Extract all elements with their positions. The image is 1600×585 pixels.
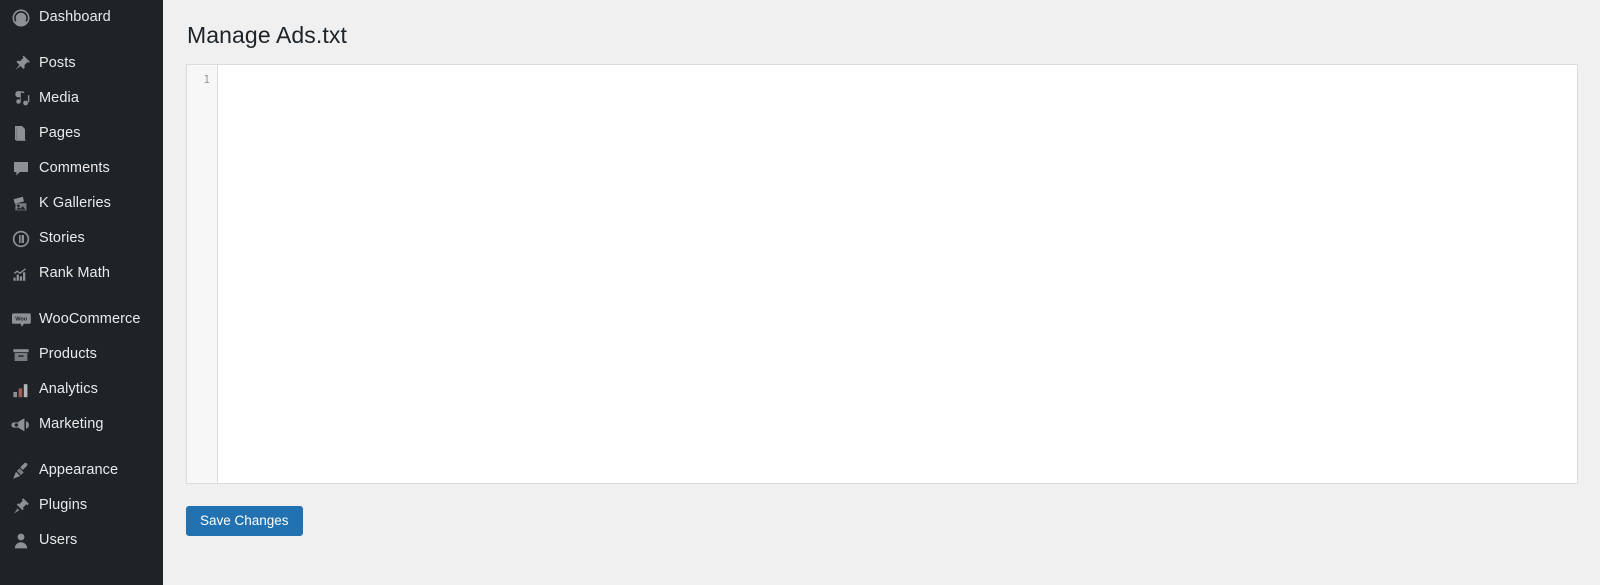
sidebar-item-label: Media xyxy=(39,90,79,107)
sidebar-item-label: K Galleries xyxy=(39,195,112,212)
adstxt-content-input[interactable] xyxy=(218,64,1577,483)
sidebar-item-label: Posts xyxy=(39,55,76,72)
sidebar-item-plugins[interactable]: Plugins xyxy=(0,488,163,523)
pages-icon xyxy=(10,123,32,145)
paintbrush-icon xyxy=(10,460,32,482)
sidebar-item-label: Dashboard xyxy=(39,9,111,26)
save-changes-button[interactable]: Save Changes xyxy=(186,505,303,537)
main-content: Manage Ads.txt 1 Save Changes xyxy=(163,0,1600,585)
wp-admin-screen: Dashboard Posts Media Pages Comments K Galler… xyxy=(0,0,1600,585)
comment-bubble-icon xyxy=(10,158,32,180)
pin-icon xyxy=(10,53,32,75)
sidebar-item-label: Stories xyxy=(39,230,85,247)
sidebar-item-label: Comments xyxy=(39,160,110,177)
sidebar-item-stories[interactable]: Stories xyxy=(0,221,163,256)
sidebar-item-media[interactable]: Media xyxy=(0,81,163,116)
sidebar-item-label: Appearance xyxy=(39,462,119,479)
sidebar-item-label: Rank Math xyxy=(39,265,111,282)
media-icon xyxy=(10,88,32,110)
plug-icon xyxy=(10,495,32,517)
sidebar-item-pages[interactable]: Pages xyxy=(0,116,163,151)
sidebar-item-label: Pages xyxy=(39,125,81,142)
sidebar-item-label: Products xyxy=(39,346,98,363)
admin-sidebar: Dashboard Posts Media Pages Comments K Galler… xyxy=(0,0,163,585)
sidebar-item-products[interactable]: Products xyxy=(0,337,163,372)
sidebar-item-users[interactable]: Users xyxy=(0,523,163,558)
sidebar-item-woocommerce[interactable]: Woo WooCommerce xyxy=(0,302,163,337)
user-icon xyxy=(10,530,32,552)
page-title: Manage Ads.txt xyxy=(187,22,347,48)
sidebar-separator xyxy=(0,35,163,46)
rank-math-icon xyxy=(10,263,32,285)
svg-text:Woo: Woo xyxy=(15,316,28,322)
sidebar-item-appearance[interactable]: Appearance xyxy=(0,453,163,488)
sidebar-separator xyxy=(0,442,163,453)
dashboard-gauge-icon xyxy=(10,7,32,29)
sidebar-item-rank-math[interactable]: Rank Math xyxy=(0,256,163,291)
gallery-images-icon xyxy=(10,193,32,215)
sidebar-separator xyxy=(0,291,163,302)
stories-circle-icon xyxy=(10,228,32,250)
sidebar-item-posts[interactable]: Posts xyxy=(0,46,163,81)
editor-line-number-gutter: 1 xyxy=(187,64,218,483)
sidebar-item-label: Users xyxy=(39,532,78,549)
bar-chart-icon xyxy=(10,379,32,401)
sidebar-item-label: Marketing xyxy=(39,416,104,433)
adstxt-code-editor[interactable]: 1 xyxy=(186,63,1578,484)
products-box-icon xyxy=(10,344,32,366)
sidebar-item-marketing[interactable]: Marketing xyxy=(0,407,163,442)
sidebar-item-dashboard[interactable]: Dashboard xyxy=(0,0,163,35)
sidebar-item-label: WooCommerce xyxy=(39,311,141,328)
sidebar-item-label: Analytics xyxy=(39,381,98,398)
sidebar-item-k-galleries[interactable]: K Galleries xyxy=(0,186,163,221)
woocommerce-icon: Woo xyxy=(10,309,32,331)
sidebar-item-label: Plugins xyxy=(39,497,88,514)
sidebar-item-comments[interactable]: Comments xyxy=(0,151,163,186)
sidebar-item-analytics[interactable]: Analytics xyxy=(0,372,163,407)
editor-line-number: 1 xyxy=(203,72,210,86)
megaphone-icon xyxy=(10,414,32,436)
submit-row: Save Changes xyxy=(163,484,1600,537)
